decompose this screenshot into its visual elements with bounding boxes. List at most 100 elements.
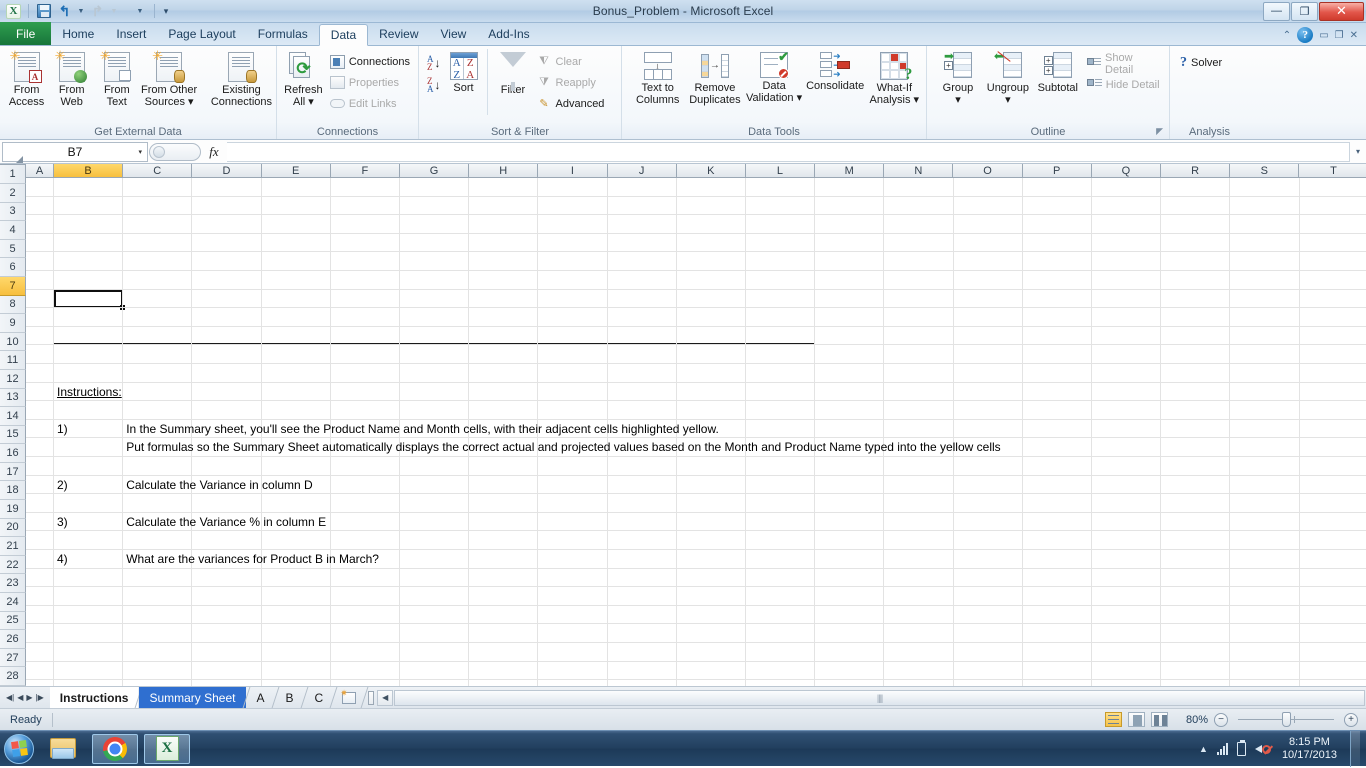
row-header-6[interactable]: 6 [0,258,26,277]
formula-buttons-group[interactable] [149,142,201,161]
volume-muted-icon[interactable] [1254,742,1271,756]
from-web-button[interactable]: ✳ From Web [49,49,94,115]
ungroup-button[interactable]: ⬅ Ungroup ▾ [983,49,1033,115]
row-header-3[interactable]: 3 [0,202,26,222]
row-header-24[interactable]: 24 [0,593,26,612]
tab-file[interactable]: File [0,22,52,45]
show-desktop-button[interactable] [1350,730,1360,767]
from-text-button[interactable]: ✳ From Text [94,49,139,115]
insert-worksheet-button[interactable] [334,687,364,708]
column-header-i[interactable]: I [538,164,608,178]
horizontal-scrollbar[interactable]: ◀ |||| [365,687,1366,708]
row-header-16[interactable]: 16 [0,444,26,463]
group-button[interactable]: ➡ + Group ▾ [933,49,983,115]
connections-button[interactable]: Connections [326,51,414,72]
sheet-tab-summary-sheet[interactable]: Summary Sheet [139,687,246,708]
row-header-26[interactable]: 26 [0,630,26,649]
tab-split-handle[interactable] [365,690,377,705]
row-header-15[interactable]: 15 [0,425,26,445]
column-header-e[interactable]: E [261,164,331,178]
outline-dialog-launcher[interactable]: ◤ [1156,126,1163,137]
column-header-s[interactable]: S [1230,164,1300,178]
normal-view-button[interactable] [1105,712,1122,727]
tab-data[interactable]: Data [318,24,369,46]
column-header-a[interactable]: A [26,164,54,178]
column-header-m[interactable]: M [815,164,885,178]
row-header-22[interactable]: 22 [0,555,26,575]
row-header-10[interactable]: 10 [0,332,26,352]
tab-home[interactable]: Home [51,23,105,45]
row-header-20[interactable]: 20 [0,518,26,538]
sheet-tab-c[interactable]: C [305,687,334,708]
row-header-14[interactable]: 14 [0,407,26,426]
row-header-12[interactable]: 12 [0,369,26,389]
battery-icon[interactable] [1236,739,1246,756]
zoom-in-button[interactable]: + [1344,712,1358,727]
row-header-11[interactable]: 11 [0,351,26,370]
sheet-tab-instructions[interactable]: Instructions [49,687,139,708]
row-header-19[interactable]: 19 [0,500,26,519]
tab-add-ins[interactable]: Add-Ins [477,23,540,45]
column-header-f[interactable]: F [330,164,400,178]
column-header-r[interactable]: R [1161,164,1231,178]
column-header-p[interactable]: P [1022,164,1092,178]
remove-duplicates-button[interactable]: → Remove Duplicates [685,49,744,115]
restore-workbook-icon[interactable]: ❐ [1335,30,1344,41]
subtotal-button[interactable]: + + Subtotal [1033,49,1083,115]
taskbar-microsoft-excel[interactable]: X [144,733,190,764]
active-cell-b7[interactable] [54,289,124,309]
chevron-down-icon[interactable]: ▾ [138,148,142,156]
select-all-button[interactable] [0,153,26,166]
column-header-l[interactable]: L [745,164,816,178]
column-header-d[interactable]: D [192,164,262,178]
page-layout-view-button[interactable] [1128,712,1145,727]
formula-input[interactable] [227,141,1350,162]
row-header-4[interactable]: 4 [0,221,26,240]
row-header-17[interactable]: 17 [0,462,26,482]
sort-descending-button[interactable]: Z A ↓ [427,77,441,94]
row-header-2[interactable]: 2 [0,183,26,203]
data-validation-button[interactable]: ✔ Data Validation ▾ [745,49,804,115]
sort-ascending-button[interactable]: A Z ↓ [427,55,441,72]
solver-button[interactable]: ? Solver [1176,52,1226,73]
sheet-tab-b[interactable]: B [276,687,304,708]
column-header-q[interactable]: Q [1091,164,1161,178]
help-icon[interactable]: ? [1297,27,1314,43]
zoom-out-button[interactable]: − [1214,712,1228,727]
sheet-tab-a[interactable]: A [247,687,275,708]
collapse-ribbon-icon[interactable]: ⌃ [1283,30,1291,41]
column-header-k[interactable]: K [676,164,746,178]
from-other-sources-button[interactable]: ✳ From Other Sources ▾ [139,49,199,115]
expand-formula-bar-button[interactable]: ▾ [1350,147,1366,156]
last-sheet-button[interactable]: |▶ [36,693,44,702]
taskbar-google-chrome[interactable] [92,733,138,764]
scroll-left-button[interactable]: ◀ [377,689,394,706]
row-header-5[interactable]: 5 [0,239,26,259]
row-header-27[interactable]: 27 [0,648,26,668]
from-access-button[interactable]: ✳ A From Access [4,49,49,115]
row-header-7[interactable]: 7 [0,276,26,296]
text-to-columns-button[interactable]: ↓ Text to Columns [630,49,685,115]
what-if-analysis-button[interactable]: ? What-If Analysis ▾ [867,49,922,115]
tab-formulas[interactable]: Formulas [247,23,319,45]
zoom-level-label[interactable]: 80% [1174,714,1208,726]
column-header-c[interactable]: C [123,164,193,178]
first-sheet-button[interactable]: ◀| [6,693,14,702]
name-box[interactable]: B7 ▾ [2,141,148,162]
show-hidden-icons-button[interactable]: ▲ [1199,744,1208,754]
close-workbook-icon[interactable]: ✕ [1350,30,1358,41]
row-header-21[interactable]: 21 [0,537,26,556]
page-break-preview-button[interactable] [1151,712,1168,727]
existing-connections-button[interactable]: Existing Connections [211,49,272,115]
minimize-workbook-icon[interactable]: ▭ [1319,30,1328,41]
tab-review[interactable]: Review [368,23,429,45]
sort-button[interactable]: AZZA Sort [441,49,487,115]
filter-button[interactable]: Filter [486,49,533,115]
column-header-h[interactable]: H [469,164,539,178]
column-header-b[interactable]: B [54,164,124,178]
horizontal-scroll-thumb[interactable]: |||| [394,689,1365,706]
row-header-28[interactable]: 28 [0,667,26,686]
column-header-n[interactable]: N [884,164,954,178]
insert-function-button[interactable]: fx [201,144,227,160]
zoom-slider-thumb[interactable] [1282,712,1291,727]
